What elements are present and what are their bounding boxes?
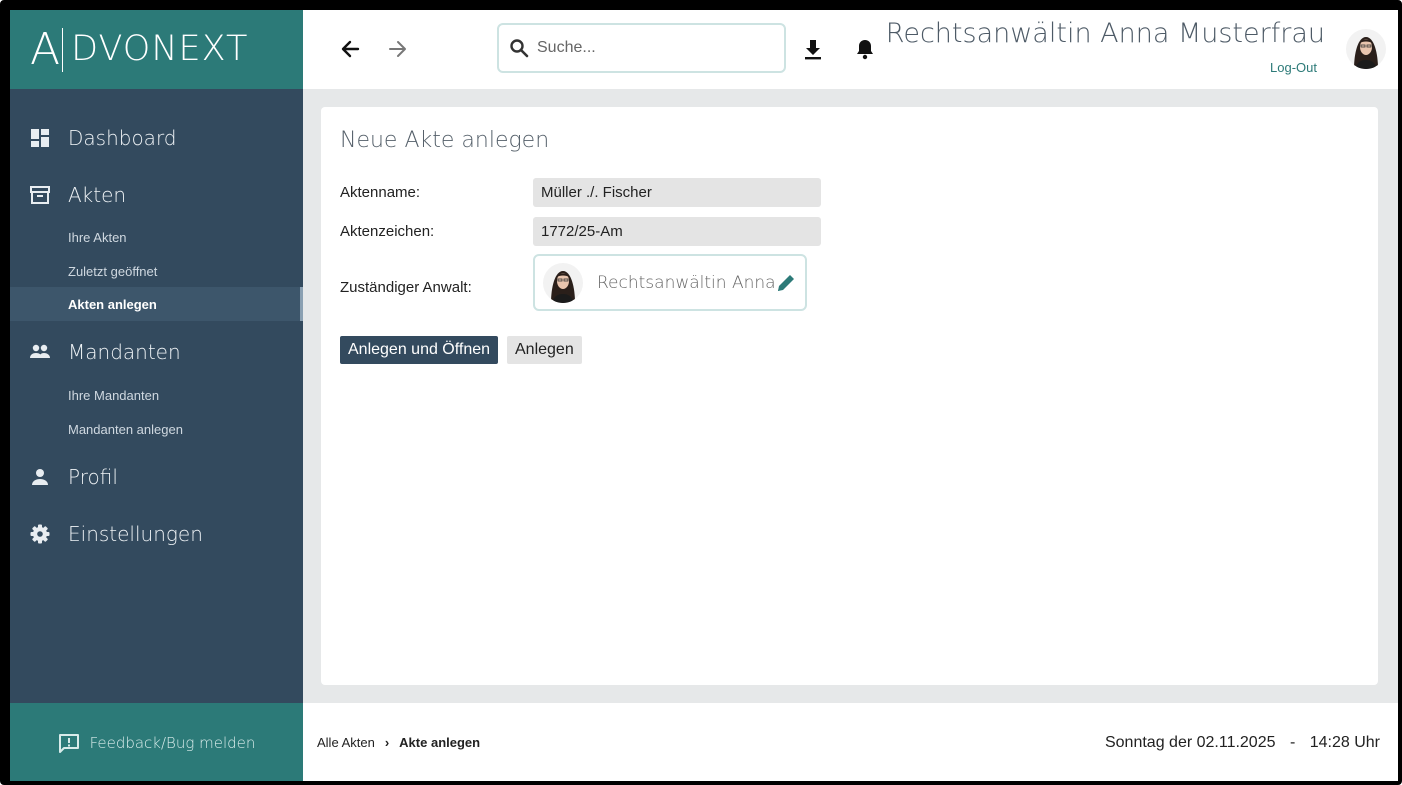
person-icon	[32, 469, 48, 485]
sidebar-item-label: Mandanten	[68, 340, 181, 364]
gear-icon	[30, 524, 50, 544]
sidebar-item-dashboard[interactable]: Dashboard	[10, 116, 303, 160]
sidebar-item-profil[interactable]: Profil	[10, 455, 303, 499]
sidebar-item-akten[interactable]: Akten	[10, 173, 303, 217]
breadcrumb: Alle Akten › Akte anlegen	[317, 735, 480, 750]
search-box[interactable]	[497, 23, 786, 73]
bell-icon[interactable]	[854, 37, 876, 61]
top-header: Rechtsanwältin Anna Musterfrau Log-Out	[303, 10, 1398, 89]
sidebar-item-ihre-mandanten[interactable]: Ihre Mandanten	[10, 378, 303, 412]
dashboard-icon	[31, 129, 49, 147]
anwalt-label: Zuständiger Anwalt:	[340, 279, 472, 296]
app-logo[interactable]: A DVONEXT	[10, 10, 303, 89]
pencil-icon[interactable]	[775, 272, 797, 294]
logo-divider	[62, 27, 64, 72]
app-window: A DVONEXT Dashboard Akten Ihre Akten Zul…	[10, 10, 1398, 781]
feedback-button[interactable]: Feedback/Bug melden	[10, 703, 303, 781]
breadcrumb-separator: ›	[384, 735, 390, 750]
user-name: Rechtsanwältin Anna Musterfrau	[885, 18, 1325, 49]
breadcrumb-alle-akten[interactable]: Alle Akten	[317, 735, 375, 750]
aktenname-field[interactable]: Müller ./. Fischer	[533, 178, 821, 207]
sidebar-item-mandanten-anlegen[interactable]: Mandanten anlegen	[10, 412, 303, 446]
avatar-portrait-icon	[543, 262, 583, 303]
aktenzeichen-field[interactable]: 1772/25-Am	[533, 217, 821, 246]
logout-link[interactable]: Log-Out	[1270, 60, 1317, 75]
logo-letter: A	[30, 23, 61, 75]
page-title: Neue Akte anlegen	[340, 128, 550, 153]
screen-frame: A DVONEXT Dashboard Akten Ihre Akten Zul…	[0, 0, 1402, 785]
aktenname-label: Aktenname:	[340, 184, 421, 201]
sidebar-item-einstellungen[interactable]: Einstellungen	[10, 512, 303, 556]
create-and-open-button[interactable]: Anlegen und Öffnen	[340, 336, 499, 364]
feedback-icon	[58, 734, 79, 753]
sidebar-item-label: Einstellungen	[68, 522, 203, 546]
sidebar-item-akten-anlegen[interactable]: Akten anlegen	[10, 287, 303, 321]
people-icon	[30, 344, 50, 358]
current-time: 14:28 Uhr	[1309, 734, 1380, 751]
date-time: Sonntag der 02.11.2025 - 14:28 Uhr	[1105, 734, 1380, 752]
anwalt-avatar	[543, 262, 583, 303]
date-time-separator: -	[1289, 734, 1296, 751]
avatar-portrait-icon	[1346, 29, 1386, 69]
form-card: Neue Akte anlegen Aktenname: Müller ./. …	[321, 107, 1378, 685]
archive-icon	[30, 186, 50, 204]
anwalt-name: Rechtsanwältin Anna Musterfrau	[597, 272, 777, 293]
search-input[interactable]	[537, 39, 767, 57]
back-arrow-icon[interactable]	[338, 36, 364, 62]
sidebar-item-ihre-akten[interactable]: Ihre Akten	[10, 220, 303, 254]
sidebar-item-label: Profil	[68, 465, 118, 489]
footer-bar: Alle Akten › Akte anlegen Sonntag der 02…	[303, 703, 1398, 781]
aktenzeichen-label: Aktenzeichen:	[340, 223, 435, 240]
search-icon	[510, 39, 529, 58]
user-avatar[interactable]	[1346, 29, 1386, 69]
sidebar-item-mandanten[interactable]: Mandanten	[10, 330, 303, 374]
sidebar-item-label: Akten	[68, 183, 127, 207]
logo-wordmark: DVONEXT	[71, 29, 249, 69]
sidebar: Dashboard Akten Ihre Akten Zuletzt geöff…	[10, 89, 303, 703]
create-button[interactable]: Anlegen	[507, 336, 582, 364]
current-date: Sonntag der 02.11.2025	[1104, 734, 1276, 751]
sidebar-item-zuletzt-geoeffnet[interactable]: Zuletzt geöffnet	[10, 254, 303, 288]
anwalt-selector[interactable]: Rechtsanwältin Anna Musterfrau	[533, 254, 807, 311]
sidebar-item-label: Dashboard	[68, 126, 177, 150]
download-icon[interactable]	[802, 37, 824, 61]
forward-arrow-icon[interactable]	[384, 36, 410, 62]
feedback-label: Feedback/Bug melden	[89, 734, 256, 752]
breadcrumb-current: Akte anlegen	[399, 735, 481, 750]
